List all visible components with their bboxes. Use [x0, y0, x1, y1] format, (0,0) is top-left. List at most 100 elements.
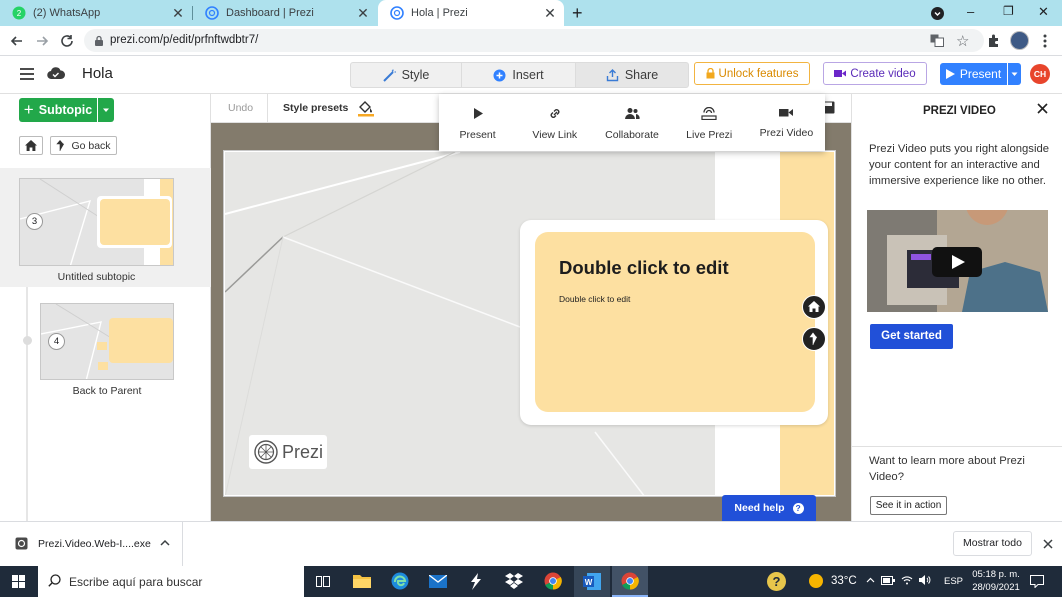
card-body[interactable]: Double click to edit	[559, 294, 630, 304]
go-back-button[interactable]: Go back	[50, 136, 117, 155]
share-collaborate-item[interactable]: Collaborate	[593, 94, 670, 151]
slide-thumbnail-selected[interactable]: 3 Untitled subtopic	[0, 168, 211, 287]
close-panel-icon[interactable]	[1037, 103, 1048, 114]
chrome-icon[interactable]	[544, 572, 562, 590]
minimize-button[interactable]: –	[967, 4, 974, 19]
share-item-label: Live Prezi	[686, 129, 733, 141]
profile-avatar-icon[interactable]	[1010, 31, 1029, 50]
search-placeholder: Escribe aquí para buscar	[69, 575, 203, 589]
slide-canvas[interactable]: Double click to edit Double click to edi…	[224, 151, 835, 496]
battery-icon	[881, 575, 895, 585]
turn-back-icon	[809, 332, 817, 345]
share-present-item[interactable]: Present	[439, 94, 516, 151]
window-close-button[interactable]: ✕	[1038, 4, 1049, 20]
need-help-button[interactable]: Need help ?	[722, 495, 816, 521]
share-tab[interactable]: Share	[575, 62, 689, 88]
turn-back-icon	[56, 140, 65, 151]
tab-label: (2) WhatsApp	[33, 7, 101, 19]
share-view-link-item[interactable]: View Link	[516, 94, 593, 151]
back-arrow-icon[interactable]	[9, 33, 25, 49]
panel-title: PREZI VIDEO	[923, 105, 996, 117]
slide-thumbnail[interactable]: 4	[40, 303, 174, 380]
style-presets-button[interactable]: Style presets	[283, 102, 348, 114]
word-icon[interactable]: W	[574, 566, 610, 597]
windows-start-icon[interactable]	[12, 575, 25, 588]
share-upload-icon	[606, 68, 619, 82]
url-text: prezi.com/p/edit/prfnftwdbtr7/	[110, 34, 259, 46]
home-button[interactable]	[19, 136, 43, 155]
presentation-title[interactable]: Hola	[82, 65, 113, 82]
download-item[interactable]: Prezi.Video.Web-I....exe	[0, 522, 183, 566]
chrome-active-icon[interactable]	[612, 566, 648, 597]
insert-tab-label: Insert	[512, 68, 544, 82]
notifications-icon[interactable]	[1030, 575, 1044, 588]
chrome-menu-chevron-icon[interactable]	[931, 7, 944, 20]
forward-arrow-icon[interactable]	[34, 33, 50, 49]
style-tab-label: Style	[401, 68, 430, 82]
zoom-home-button[interactable]	[802, 295, 826, 319]
tab-whatsapp[interactable]: 2 (2) WhatsApp ✕	[0, 0, 192, 26]
restore-button[interactable]: ❐	[1003, 4, 1014, 18]
close-tab-icon[interactable]: ✕	[355, 5, 371, 21]
tab-hola-prezi[interactable]: Hola | Prezi ✕	[378, 0, 564, 26]
video-play-button[interactable]	[932, 247, 982, 277]
magic-wand-icon	[382, 69, 396, 82]
clock-date[interactable]: 28/09/2021	[971, 582, 1021, 593]
winamp-icon[interactable]	[470, 573, 482, 590]
see-it-in-action-button[interactable]: See it in action	[870, 496, 947, 515]
video-camera-icon	[834, 69, 847, 78]
weather-temperature[interactable]: 33°C	[831, 575, 857, 587]
show-all-downloads-button[interactable]: Mostrar todo	[953, 531, 1032, 556]
bookmark-star-icon[interactable]: ☆	[956, 32, 969, 50]
add-subtopic-button[interactable]: + Subtopic	[19, 98, 97, 122]
prezi-video-panel: PREZI VIDEO Prezi Video puts you right a…	[851, 94, 1062, 521]
link-icon	[550, 109, 560, 118]
address-bar[interactable]: prezi.com/p/edit/prfnftwdbtr7/ ☆	[84, 29, 984, 52]
reload-icon[interactable]	[59, 33, 75, 49]
task-view-icon[interactable]	[316, 575, 330, 588]
prezi-header: Hola Style Insert Share Unlock features …	[0, 56, 1062, 94]
close-downloads-icon[interactable]	[1043, 539, 1053, 549]
lock-icon	[706, 68, 715, 79]
undo-button[interactable]: Undo	[228, 102, 253, 114]
input-language[interactable]: ESP	[944, 576, 963, 587]
system-tray-icons[interactable]	[866, 575, 931, 585]
insert-tab[interactable]: Insert	[461, 62, 576, 88]
present-button[interactable]: Present	[940, 63, 1007, 85]
user-avatar[interactable]: CH	[1030, 64, 1050, 84]
dropbox-icon[interactable]	[505, 573, 523, 589]
create-video-button[interactable]: Create video	[823, 62, 927, 85]
new-tab-button[interactable]: +	[572, 3, 583, 24]
mail-icon[interactable]	[429, 575, 447, 588]
tree-connector-line	[26, 287, 28, 521]
get-started-button[interactable]: Get started	[870, 324, 953, 349]
present-options-dropdown[interactable]	[1008, 63, 1021, 85]
play-icon	[473, 108, 483, 119]
edge-browser-icon[interactable]	[391, 572, 409, 590]
share-prezi-video-item[interactable]: Prezi Video	[748, 94, 825, 151]
subtopic-options-dropdown[interactable]	[98, 98, 114, 122]
paint-bucket-icon[interactable]	[357, 99, 375, 117]
whatsapp-badge: 2	[17, 9, 22, 18]
chrome-menu-icon[interactable]	[1043, 34, 1047, 48]
style-tab[interactable]: Style	[350, 62, 462, 88]
help-icon[interactable]: ?	[767, 572, 786, 591]
zoom-back-button[interactable]	[802, 327, 826, 351]
extensions-puzzle-icon[interactable]	[987, 33, 1002, 48]
clock-time[interactable]: 05:18 p. m.	[971, 569, 1021, 580]
close-tab-icon[interactable]: ✕	[170, 5, 186, 21]
lock-icon	[94, 35, 104, 46]
topic-card[interactable]: Double click to edit Double click to edi…	[520, 220, 828, 425]
share-live-prezi-item[interactable]: Live Prezi	[671, 94, 748, 151]
video-preview[interactable]	[867, 210, 1048, 312]
taskbar-search-box[interactable]: Escribe aquí para buscar	[38, 566, 304, 597]
close-tab-icon[interactable]: ✕	[542, 5, 558, 21]
card-title[interactable]: Double click to edit	[559, 257, 729, 279]
unlock-features-button[interactable]: Unlock features	[694, 62, 810, 85]
tab-dashboard-prezi[interactable]: Dashboard | Prezi ✕	[193, 0, 377, 26]
chevron-up-icon[interactable]	[160, 539, 170, 546]
translate-icon[interactable]	[930, 34, 944, 47]
slide-label: Untitled subtopic	[57, 271, 136, 283]
hamburger-menu-icon[interactable]	[20, 68, 34, 80]
file-explorer-icon[interactable]	[353, 573, 371, 588]
